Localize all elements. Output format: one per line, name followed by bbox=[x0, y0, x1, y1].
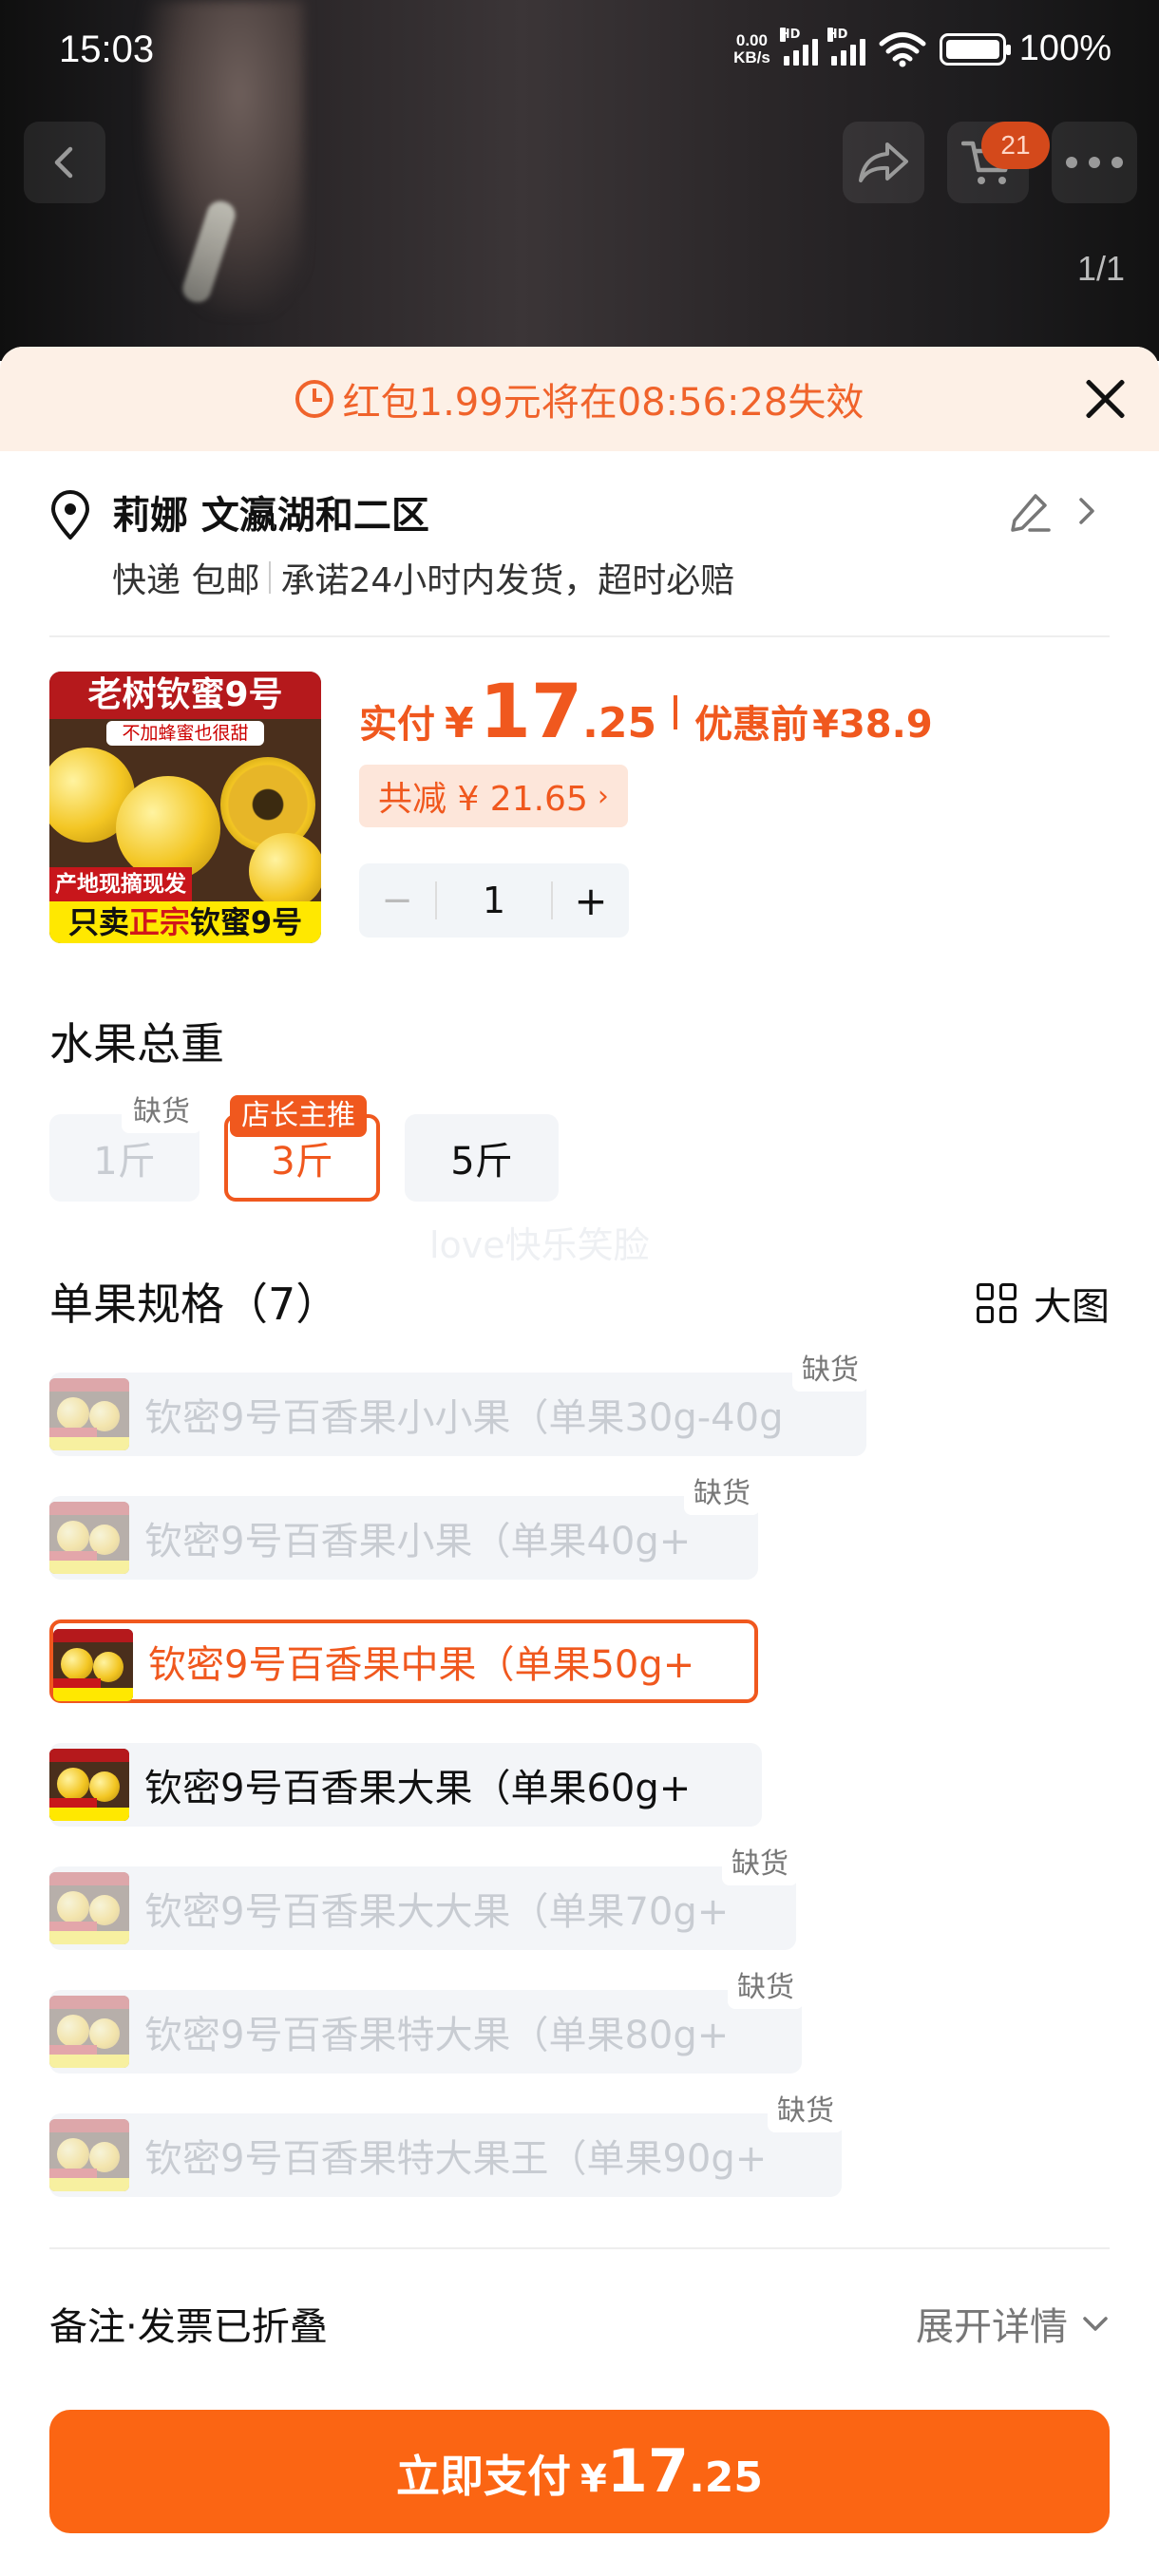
back-button[interactable] bbox=[24, 122, 105, 203]
out-of-stock-tag: 缺货 bbox=[768, 2091, 844, 2132]
image-counter: 1/1 bbox=[1076, 249, 1125, 288]
pay-now-decimal: .25 bbox=[689, 2453, 764, 2502]
signal-2-icon: HD bbox=[826, 27, 865, 66]
pay-now-button[interactable]: 立即支付 ¥ 17 .25 bbox=[49, 2410, 1110, 2533]
discount-badge[interactable]: 共减 ¥ 21.65 › bbox=[359, 765, 628, 827]
weight-option-5jin[interactable]: 5斤 bbox=[405, 1114, 559, 1202]
increase-button[interactable]: + bbox=[553, 878, 629, 924]
original-price: ¥38.9 bbox=[812, 703, 933, 747]
pay-now-integer: 17 bbox=[606, 2436, 690, 2506]
purchase-sheet: 红包1.99元将在08:56:28失效 莉娜 文瀛湖和二区 快递 包邮 承诺24… bbox=[0, 347, 1159, 2576]
battery-icon bbox=[939, 32, 1011, 66]
location-pin-icon bbox=[51, 490, 89, 540]
edit-icon[interactable] bbox=[1007, 490, 1053, 536]
chevron-down-icon bbox=[1083, 2317, 1108, 2331]
spec-option[interactable]: 钦密9号百香果小小果（单果30g-40g 缺货 bbox=[49, 1350, 868, 1456]
original-price-label: 优惠前 bbox=[694, 703, 809, 747]
spec-option[interactable]: 钦密9号百香果大大果（单果70g+ 缺货 bbox=[49, 1844, 798, 1950]
back-icon bbox=[54, 146, 73, 179]
divider bbox=[49, 635, 1110, 637]
out-of-stock-tag: 缺货 bbox=[722, 1844, 798, 1885]
status-icons: 0.00 KB/s HD HD 100% bbox=[733, 27, 1112, 69]
shipping-divider bbox=[269, 561, 272, 594]
status-bar: 15:03 0.00 KB/s HD HD 100% bbox=[0, 0, 1159, 104]
quantity-stepper: − 1 + bbox=[359, 863, 629, 938]
address-name: 莉娜 文瀛湖和二区 bbox=[112, 494, 429, 538]
fruit-image bbox=[116, 776, 220, 881]
spec-thumbnail bbox=[49, 2119, 129, 2191]
red-packet-text: 红包1.99元将在08:56:28失效 bbox=[342, 381, 864, 425]
out-of-stock-tag: 缺货 bbox=[792, 1350, 868, 1392]
remark-invoice-label: 备注·发票已折叠 bbox=[49, 2305, 328, 2349]
pay-label: 实付 bbox=[359, 703, 435, 747]
share-icon bbox=[859, 142, 908, 182]
chevron-right-icon: › bbox=[597, 779, 609, 813]
spec-thumbnail bbox=[49, 1996, 129, 2068]
grid-icon bbox=[977, 1283, 1016, 1323]
share-button[interactable] bbox=[843, 122, 924, 203]
quantity-input[interactable]: 1 bbox=[435, 881, 553, 919]
shipping-method: 快递 包邮 bbox=[112, 561, 260, 600]
more-button[interactable] bbox=[1052, 122, 1137, 203]
spec-thumbnail bbox=[53, 1629, 133, 1701]
spec-title: 单果规格（7） bbox=[49, 1279, 340, 1330]
close-icon[interactable] bbox=[1079, 373, 1130, 425]
price-integer: 17 bbox=[479, 670, 583, 755]
thumb-badge: 产地现摘现发 bbox=[49, 867, 192, 901]
status-time: 15:03 bbox=[59, 28, 155, 70]
pay-now-label: 立即支付 bbox=[395, 2451, 571, 2502]
thumb-subtitle: 不加蜂蜜也很甜 bbox=[106, 721, 264, 746]
watermark: love快乐笑脸 bbox=[429, 1224, 650, 1266]
spec-thumbnail bbox=[49, 1749, 129, 1821]
shipping-info: 快递 包邮 承诺24小时内发货，超时必赔 bbox=[112, 553, 734, 602]
battery-percent: 100% bbox=[1018, 28, 1112, 68]
spec-option-selected[interactable]: 钦密9号百香果中果（单果50g+ bbox=[49, 1619, 758, 1703]
spec-thumbnail bbox=[49, 1872, 129, 1944]
address-section[interactable]: 莉娜 文瀛湖和二区 快递 包邮 承诺24小时内发货，超时必赔 bbox=[49, 484, 1110, 608]
spec-option[interactable]: 钦密9号百香果大果（单果60g+ bbox=[49, 1743, 762, 1827]
clock-icon bbox=[294, 380, 333, 418]
pay-now-currency: ¥ bbox=[580, 2457, 607, 2501]
price-decimal: .25 bbox=[582, 699, 657, 748]
out-of-stock-tag: 缺货 bbox=[122, 1091, 201, 1133]
net-speed: 0.00 KB/s bbox=[733, 30, 770, 66]
cart-badge: 21 bbox=[981, 122, 1050, 169]
price-currency: ¥ bbox=[445, 699, 474, 748]
chevron-right-icon[interactable] bbox=[1070, 494, 1104, 528]
price-divider bbox=[674, 695, 678, 729]
weight-title: 水果总重 bbox=[49, 1018, 224, 1070]
red-packet-banner: 红包1.99元将在08:56:28失效 bbox=[0, 347, 1159, 451]
spec-option[interactable]: 钦密9号百香果特大果王（单果90g+ 缺货 bbox=[49, 2091, 844, 2197]
wifi-icon bbox=[879, 31, 926, 66]
big-view-toggle[interactable]: 大图 bbox=[977, 1276, 1110, 1331]
more-icon bbox=[1066, 157, 1123, 168]
shipping-promise: 承诺24小时内发货，超时必赔 bbox=[280, 561, 735, 600]
fruit-image bbox=[249, 833, 321, 909]
spec-thumbnail bbox=[49, 1378, 129, 1450]
spec-option[interactable]: 钦密9号百香果特大果（单果80g+ 缺货 bbox=[49, 1967, 804, 2074]
spec-option[interactable]: 钦密9号百香果小果（单果40g+ 缺货 bbox=[49, 1473, 760, 1580]
discount-text: 共减 ¥ 21.65 bbox=[378, 780, 588, 819]
product-thumbnail[interactable]: 老树钦蜜9号 不加蜂蜜也很甜 产地现摘现发 只卖正宗钦蜜9号 bbox=[49, 672, 321, 943]
expand-details-button[interactable]: 展开详情 bbox=[916, 2296, 1110, 2351]
signal-1-icon: HD bbox=[779, 27, 818, 66]
out-of-stock-tag: 缺货 bbox=[684, 1473, 760, 1515]
divider bbox=[49, 2247, 1110, 2249]
out-of-stock-tag: 缺货 bbox=[728, 1967, 804, 2009]
decrease-button[interactable]: − bbox=[359, 879, 435, 922]
thumb-title: 老树钦蜜9号 bbox=[49, 672, 321, 719]
weight-option-3jin[interactable]: 3斤 店长主推 bbox=[224, 1095, 380, 1202]
price-row: 实付 ¥ 17 .25 优惠前 ¥38.9 bbox=[359, 670, 933, 755]
spec-thumbnail bbox=[49, 1502, 129, 1574]
recommended-tag: 店长主推 bbox=[230, 1095, 367, 1137]
weight-option-1jin[interactable]: 1斤 缺货 bbox=[49, 1091, 201, 1202]
thumb-bottom-text: 只卖正宗钦蜜9号 bbox=[49, 901, 321, 943]
